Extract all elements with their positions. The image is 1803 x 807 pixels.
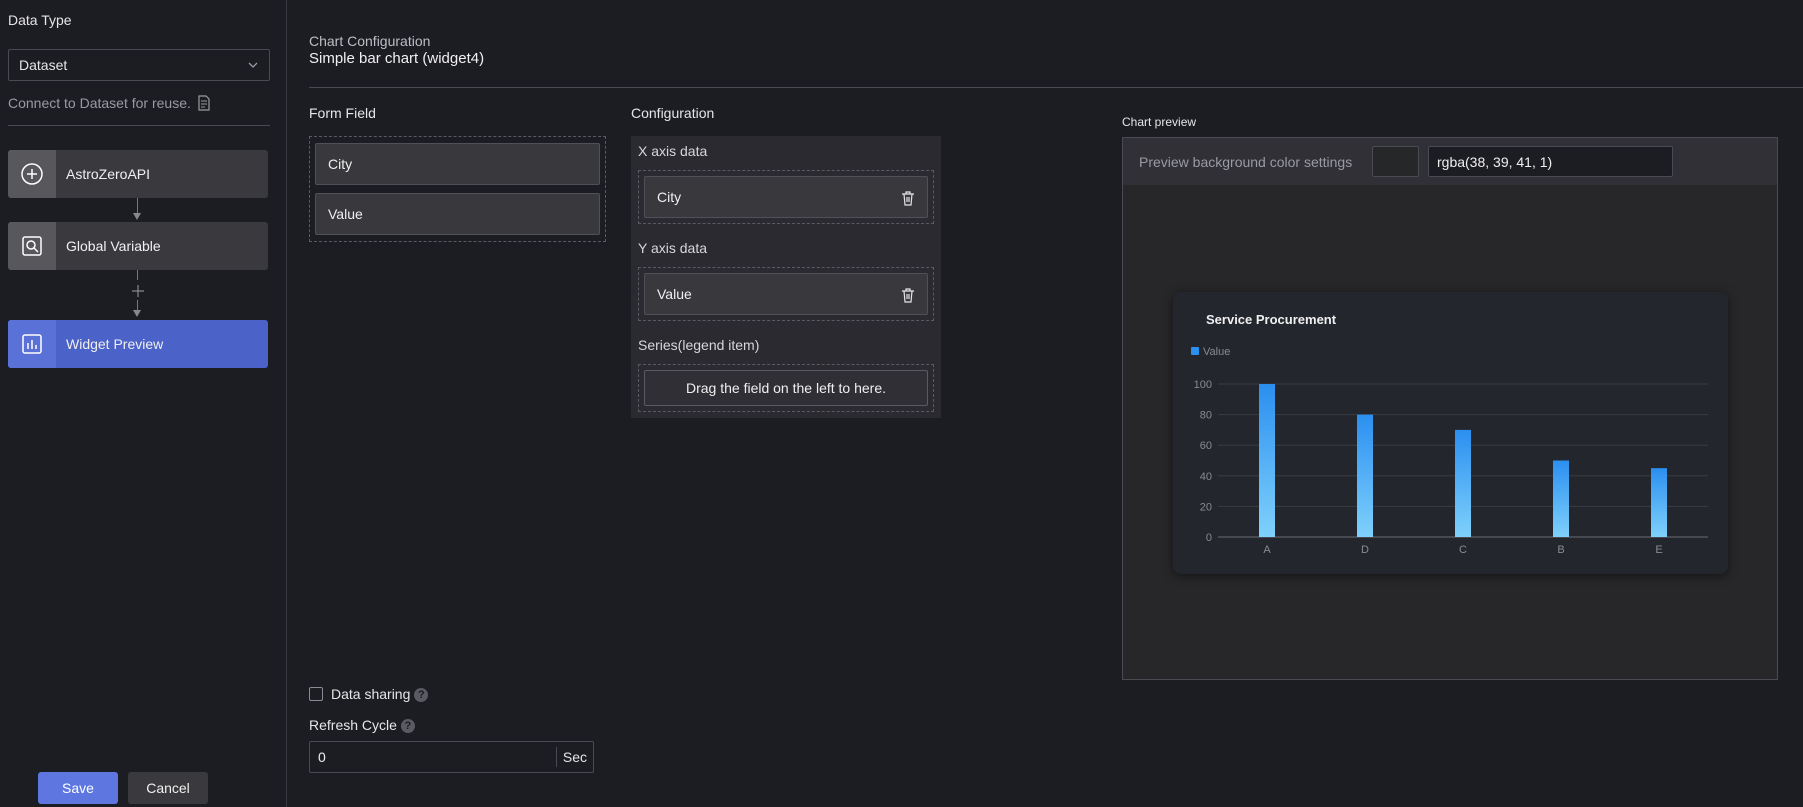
x-axis-label: X axis data [638,143,708,159]
y-axis-label: Y axis data [638,240,708,256]
x-tick-label: E [1655,544,1662,556]
refresh-cycle-label: Refresh Cycle [309,717,397,733]
refresh-cycle-unit: Sec [555,747,593,767]
arrow-down-icon [133,310,141,317]
y-tick-label: 20 [1200,501,1212,513]
series-drop-hint[interactable]: Drag the field on the left to here. [644,370,928,406]
y-tick-label: 100 [1194,379,1212,391]
form-field-list: City Value [309,136,606,242]
preview-bg-input[interactable] [1428,146,1673,177]
y-axis-field-label: Value [657,286,692,302]
refresh-cycle-input-wrap: Sec [309,741,594,773]
bar [1553,460,1569,537]
connector-line [137,270,138,280]
document-icon[interactable] [197,95,211,111]
node-label: Global Variable [66,238,161,254]
legend-swatch [1191,347,1199,355]
chart-title: Service Procurement [1206,312,1337,327]
series-dropzone[interactable]: Drag the field on the left to here. [638,364,934,412]
y-tick-label: 40 [1200,471,1212,483]
bar [1455,429,1471,537]
help-icon[interactable]: ? [400,719,415,734]
y-tick-label: 0 [1206,532,1212,544]
chart-card: Service Procurement Value 0 20 40 60 80 100 A D C B… [1173,292,1728,574]
node-widget-preview[interactable]: Widget Preview [8,320,268,368]
configuration-title: Configuration [631,105,715,121]
connector-line [137,198,138,213]
help-icon[interactable]: ? [414,688,429,703]
bar-chart: Service Procurement Value 0 20 40 60 80 100 A D C B… [1191,312,1708,556]
sidebar: Data Type Dataset Connect to Dataset for… [0,0,287,807]
y-tick-label: 80 [1200,410,1212,422]
node-astrozeroapi[interactable]: AstroZeroAPI [8,150,268,198]
x-tick-label: A [1263,544,1271,556]
bar [1259,384,1275,537]
bar [1357,414,1373,537]
data-sharing-label: Data sharing [331,686,411,702]
save-button[interactable]: Save [38,772,118,804]
header-divider [309,87,1803,88]
data-sharing-checkbox[interactable] [309,687,323,701]
arrow-down-icon [133,213,141,220]
field-city[interactable]: City [315,143,600,185]
y-axis-dropzone[interactable]: Value [638,267,934,321]
preview-bg-label: Preview background color settings [1139,153,1353,170]
refresh-cycle-row: Refresh Cycle? [309,717,415,734]
configuration-panel: X axis data City Y axis data Value Serie… [631,136,941,418]
field-value[interactable]: Value [315,193,600,235]
preview-bg-settings: Preview background color settings [1123,138,1777,185]
data-type-select-value: Dataset [19,57,68,73]
series-label: Series(legend item) [638,337,760,353]
x-tick-label: B [1557,544,1564,556]
cancel-button[interactable]: Cancel [128,772,208,804]
data-type-title: Data Type [8,12,72,28]
dataset-hint-text: Connect to Dataset for reuse. [8,95,191,111]
form-field-title: Form Field [309,105,376,121]
chart-preview-title: Chart preview [1122,115,1197,129]
data-type-select[interactable]: Dataset [8,49,270,81]
x-tick-label: D [1361,544,1369,556]
variable-icon [8,222,56,270]
x-axis-dropzone[interactable]: City [638,170,934,224]
node-label: Widget Preview [66,336,164,352]
x-tick-label: C [1459,544,1467,556]
x-axis-field[interactable]: City [644,176,928,218]
node-label: AstroZeroAPI [66,166,151,182]
node-global-variable[interactable]: Global Variable [8,222,268,270]
refresh-cycle-input[interactable] [310,742,556,772]
trash-icon[interactable] [901,287,915,303]
x-axis-field-label: City [657,189,682,205]
y-tick-label: 60 [1200,440,1212,452]
plus-circle-icon [8,150,56,198]
sidebar-divider [8,125,270,126]
widget-name: Simple bar chart (widget4) [309,50,485,67]
color-swatch[interactable] [1372,146,1419,177]
chart-preview-panel: Preview background color settings Servic… [1122,137,1778,680]
y-axis-field[interactable]: Value [644,273,928,315]
bar [1651,468,1667,537]
connector-line [137,300,138,310]
section-title: Chart Configuration [309,33,431,49]
legend-label: Value [1203,346,1230,358]
chevron-down-icon [248,62,258,68]
data-sharing-row: Data sharing? [331,686,429,703]
trash-icon[interactable] [901,190,915,206]
chart-icon [8,320,56,368]
dataset-hint: Connect to Dataset for reuse. [8,95,211,111]
add-node-icon[interactable] [131,284,145,298]
